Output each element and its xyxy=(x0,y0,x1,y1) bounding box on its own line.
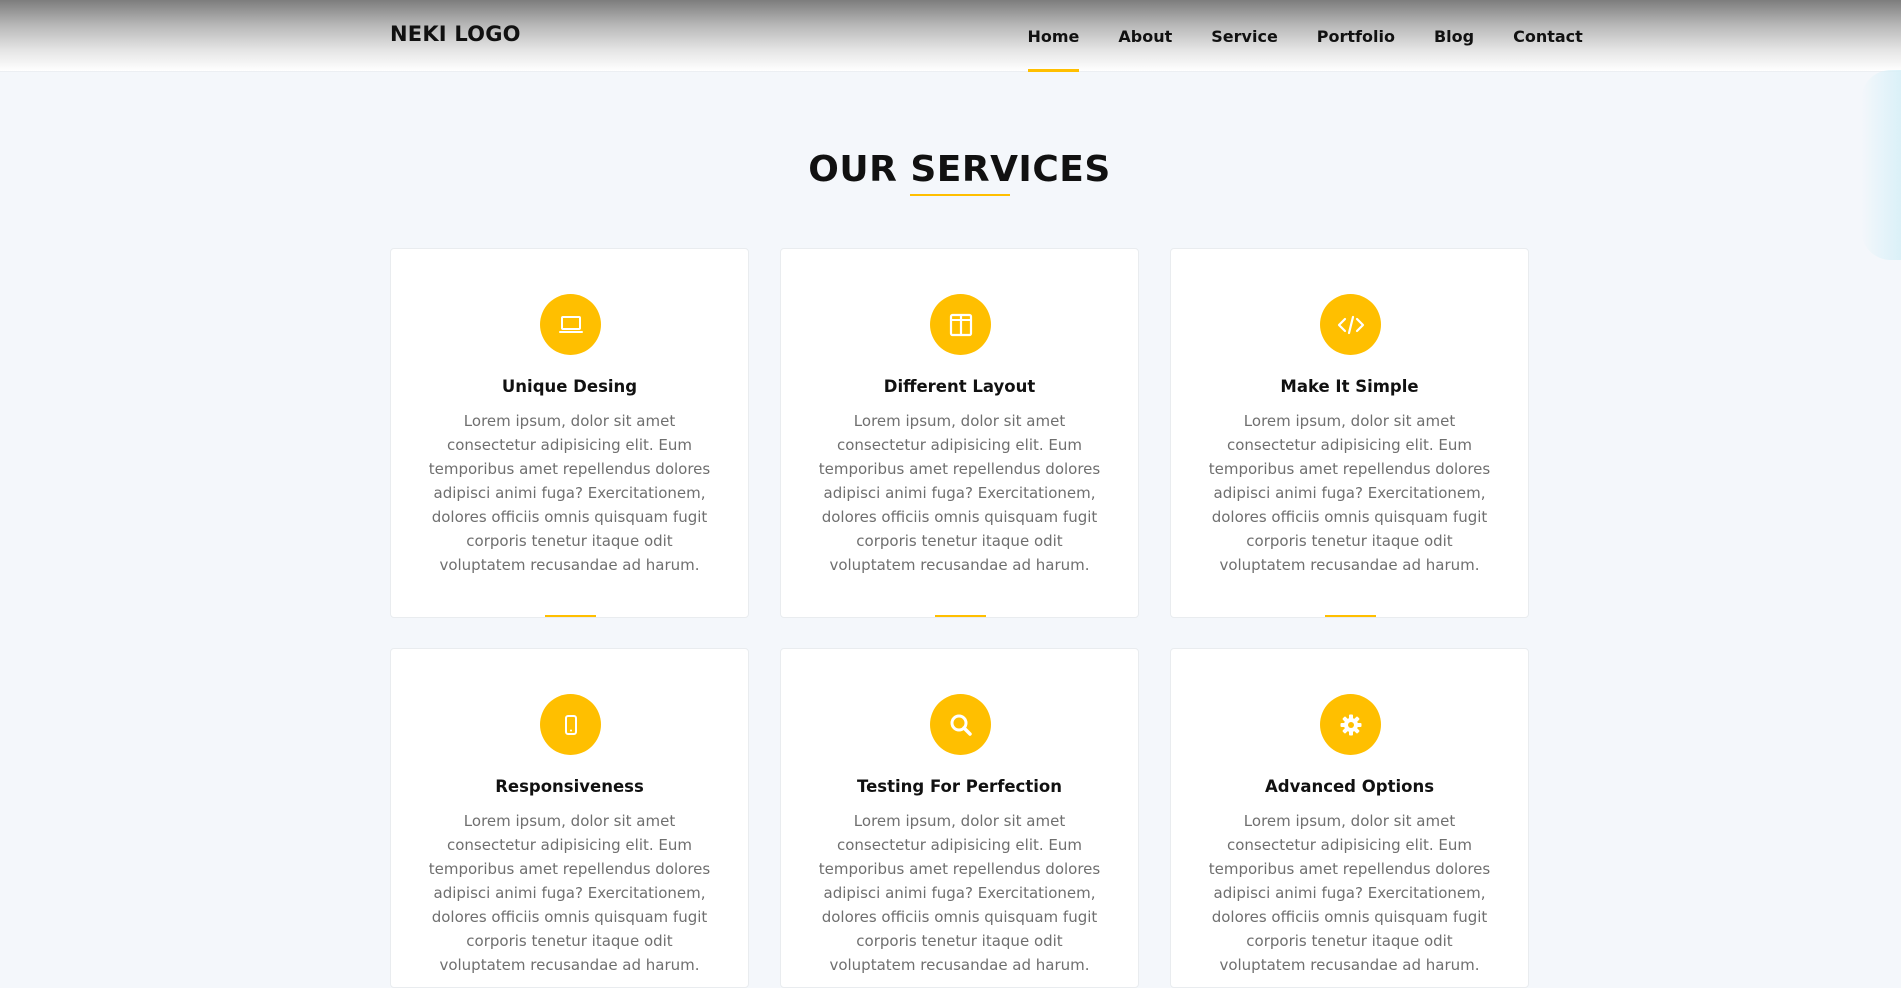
gear-icon xyxy=(1320,694,1381,755)
service-description: Lorem ipsum, dolor sit amet consectetur … xyxy=(1208,812,1491,974)
nav-link-contact[interactable]: Contact xyxy=(1494,0,1603,72)
service-card-unique-design: Unique Desing Lorem ipsum, dolor sit ame… xyxy=(390,248,749,618)
service-card-advanced-options: Advanced Options Lorem ipsum, dolor sit … xyxy=(1170,648,1529,988)
nav-link-about[interactable]: About xyxy=(1099,0,1192,72)
laptop-icon xyxy=(540,294,601,355)
card-accent-bar xyxy=(545,615,596,617)
service-title: Unique Desing xyxy=(501,377,638,396)
service-description: Lorem ipsum, dolor sit amet consectetur … xyxy=(1208,412,1491,574)
card-accent-bar xyxy=(935,615,986,617)
navbar: NEKI LOGO Home About Service Portfolio B… xyxy=(0,0,1901,72)
service-description: Lorem ipsum, dolor sit amet consectetur … xyxy=(818,412,1101,574)
nav-link-service[interactable]: Service xyxy=(1192,0,1298,72)
service-description: Lorem ipsum, dolor sit amet consectetur … xyxy=(428,412,711,574)
nav-link-home[interactable]: Home xyxy=(1008,0,1099,72)
nav-link-portfolio[interactable]: Portfolio xyxy=(1297,0,1414,72)
nav-links: Home About Service Portfolio Blog Contac… xyxy=(1008,0,1602,72)
mobile-icon xyxy=(540,694,601,755)
service-card-testing: Testing For Perfection Lorem ipsum, dolo… xyxy=(780,648,1139,988)
code-icon xyxy=(1320,294,1381,355)
service-title: Testing For Perfection xyxy=(857,777,1062,796)
columns-icon xyxy=(930,294,991,355)
service-title: Make It Simple xyxy=(1280,377,1419,396)
service-title: Advanced Options xyxy=(1264,777,1435,796)
card-accent-bar xyxy=(1325,615,1376,617)
nav-link-blog[interactable]: Blog xyxy=(1414,0,1493,72)
service-description: Lorem ipsum, dolor sit amet consectetur … xyxy=(818,812,1101,974)
service-description: Lorem ipsum, dolor sit amet consectetur … xyxy=(428,812,711,974)
service-card-make-it-simple: Make It Simple Lorem ipsum, dolor sit am… xyxy=(1170,248,1529,618)
search-icon xyxy=(930,694,991,755)
title-underline xyxy=(910,194,1010,196)
logo[interactable]: NEKI LOGO xyxy=(390,22,521,46)
service-title: Different Layout xyxy=(883,377,1036,396)
service-card-responsiveness: Responsiveness Lorem ipsum, dolor sit am… xyxy=(390,648,749,988)
service-card-different-layout: Different Layout Lorem ipsum, dolor sit … xyxy=(780,248,1139,618)
section-title: OUR SERVICES xyxy=(808,149,1111,190)
service-title: Responsiveness xyxy=(495,777,644,796)
